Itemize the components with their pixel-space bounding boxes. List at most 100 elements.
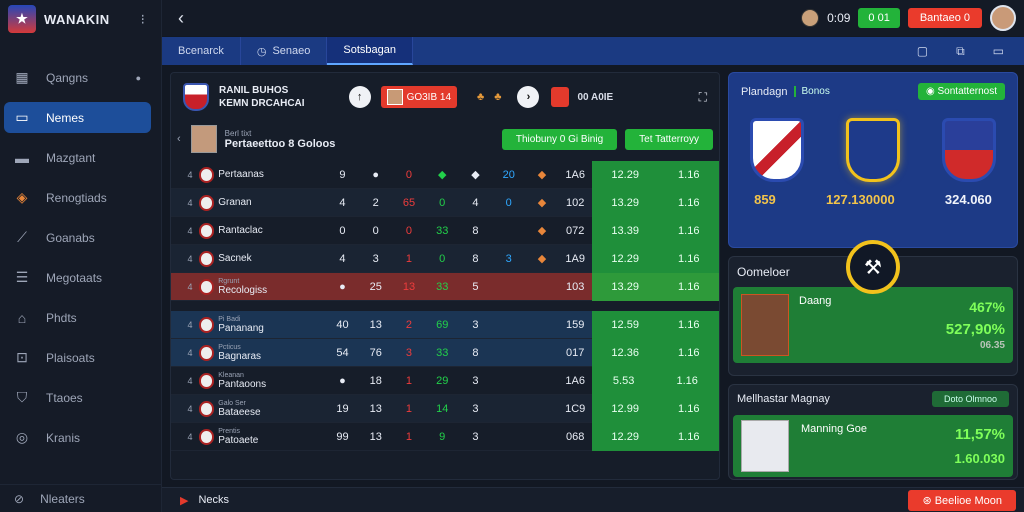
player-stat-1: 467%: [969, 299, 1005, 315]
sidebar-item-label: Goanabs: [46, 230, 95, 245]
club-badge-icon: [198, 194, 215, 211]
row-value-2: 1.16: [678, 168, 700, 181]
club-badge-icon: [198, 400, 215, 417]
table-row[interactable]: 4 Rantaclac 0 0 0 33 8 ◆ 072 13.39 1.16: [171, 216, 719, 245]
table-row[interactable]: 4 Kleanan Pantaoons ● 18 1 29 3 1A6 5.53 1.16: [171, 366, 719, 395]
row-name: Galo Ser Bataeese: [218, 400, 326, 418]
row-cell-c2: 76: [369, 346, 382, 359]
tab-label: Sotsbagan: [343, 44, 397, 56]
hammer-icon[interactable]: ⚒: [846, 240, 900, 294]
table-row[interactable]: 4 Pcticus Bagnaras 54 76 3 33 8 017 12.36 1.16: [171, 338, 719, 367]
row-cell-c3: 1: [405, 402, 413, 415]
export-icon[interactable]: ⧉: [956, 44, 965, 59]
score-chip[interactable]: GO3IB 14: [380, 86, 458, 108]
row-name: Rgrunt Recologiss: [218, 278, 326, 296]
sidebar-item-phdts[interactable]: ⌂ Phdts: [4, 302, 151, 333]
calendar-icon[interactable]: ▢: [917, 44, 928, 59]
sidebar-item-nemes[interactable]: ▭ Nemes: [4, 102, 151, 133]
dot-icon: ●: [135, 72, 141, 83]
tab-senaeo[interactable]: ◷ Senaeo: [241, 37, 328, 65]
table-row[interactable]: 4 Granan 4 2 65 0 4 0 ◆ 102 13.29 1.16: [171, 188, 719, 217]
green-button[interactable]: 0 01: [858, 8, 900, 28]
row-name: Granan: [218, 197, 326, 208]
row-name: Kleanan Pantaoons: [218, 372, 326, 390]
sidebar-footer[interactable]: ⊘ Nleaters: [0, 484, 162, 512]
row-cell-c2: 13: [369, 318, 382, 331]
row-cell-c2: 0: [372, 224, 379, 237]
match-header: RANIL BUHOS KEMN DRCAHCAI ↑ GO3IB 14 ♣ ♣…: [171, 73, 719, 121]
sidebar-item-label: Qangns: [46, 70, 89, 85]
row-cell-c3: 3: [405, 346, 413, 359]
bottom-label[interactable]: Necks: [198, 494, 229, 506]
sidebar-item-mazgtant[interactable]: ▬ Mazgtant: [4, 142, 151, 173]
crests-row: [729, 118, 1017, 182]
highlight-values: 11,57% 1.60.030: [954, 426, 1005, 466]
highlight-stat-1: 11,57%: [954, 426, 1005, 443]
row-cell-c5: 8: [472, 346, 479, 359]
club-badge-icon: [198, 250, 215, 267]
tab-label: Senaeo: [272, 45, 311, 57]
sidebar-footer-label: Nleaters: [40, 491, 85, 506]
row-value-cell: 13.29 1.16: [591, 188, 719, 217]
table-row[interactable]: 4 Sacnek 4 3 1 0 8 3 ◆ 1A9 12.29 1.16: [171, 244, 719, 273]
top-actions: 0:09 0 01 Bantaeo 0: [801, 5, 1016, 31]
row-cell-c4: 33: [436, 224, 449, 237]
highlight-chip[interactable]: Doto Olmnoo: [931, 391, 1009, 407]
flame-icon: ♣: [477, 91, 485, 103]
row-cell-c7: ◆: [537, 197, 547, 209]
table-row[interactable]: 4 Pi Badi Pananang 40 13 2 69 3 159 12.59 1.16: [171, 310, 719, 339]
player-card-body[interactable]: Daang 467% 527,90% 06.35: [733, 287, 1013, 363]
user-avatar[interactable]: [990, 5, 1016, 31]
row-cell-c8: 1A6: [565, 374, 585, 387]
row-rank: 4: [187, 375, 193, 386]
row-value-2: 1.16: [678, 430, 700, 443]
club-badge-icon: [198, 166, 215, 183]
row-value-1: 5.53: [612, 374, 635, 387]
table-row[interactable]: 4 Rgrunt Recologiss ● 25 13 33 5 103 13.29 1.16: [171, 272, 719, 301]
row-cell-c4: ◆: [437, 169, 447, 181]
mini-avatar[interactable]: [801, 9, 820, 27]
chevron-left-icon[interactable]: ‹: [177, 133, 181, 145]
player-card-values: 467% 527,90% 06.35: [946, 299, 1005, 351]
red-button[interactable]: Bantaeo 0: [907, 8, 982, 28]
btn-label: Sontatternost: [937, 86, 997, 97]
tab-sotsbagan[interactable]: Sotsbagan: [327, 37, 414, 65]
row-cell-c8: 1A9: [565, 252, 585, 265]
sidebar-item-ttaoes[interactable]: ⛉ Ttaoes: [4, 382, 151, 413]
row-rank: 4: [187, 281, 193, 292]
filter-button-2[interactable]: Tet Tatterroyy: [625, 128, 713, 150]
row-cell-c1: 99: [336, 430, 349, 443]
player-name: Pertaeettoo 8 Goloos: [224, 137, 336, 150]
table-row[interactable]: 4 Pertaanas 9 ● 0 ◆ ◆ 20 ◆ 1A6 12.29 1.16: [171, 160, 719, 189]
row-value-cell: 13.39 1.16: [591, 216, 719, 245]
sidebar-item-kranis[interactable]: ◎ Kranis: [4, 422, 151, 453]
sidebar-item-plaisoats[interactable]: ⊡ Plaisoats: [4, 342, 151, 373]
kebab-menu-icon[interactable]: ⁝: [141, 11, 145, 28]
back-arrow-icon[interactable]: ‹: [178, 8, 184, 29]
row-cell-c5: 3: [472, 430, 479, 443]
table-row[interactable]: 4 Prentis Patoaete 99 13 1 9 3 068 12.29 1.16: [171, 422, 719, 451]
row-name: Pi Badi Pananang: [218, 316, 326, 334]
next-button[interactable]: ›: [517, 86, 540, 108]
bottom-action-button[interactable]: ⊛ Beelioe Moon: [908, 489, 1016, 511]
club-badge-icon: [198, 428, 215, 445]
row-value-2: 1.16: [678, 318, 700, 331]
window-icon[interactable]: ▭: [993, 44, 1004, 59]
filter-button-1[interactable]: Thiobuny 0 Gi Binig: [501, 128, 618, 150]
row-cell-c6: 20: [502, 168, 515, 181]
tab-bcenarck[interactable]: Bcenarck: [162, 37, 241, 65]
standings-button[interactable]: ◉ Sontatternost: [918, 83, 1005, 100]
sidebar-item-label: Phdts: [46, 310, 77, 325]
sidebar-item-qangns[interactable]: ▦ Qangns ●: [4, 62, 151, 93]
sidebar-item-goanabs[interactable]: ⟋ Goanabs: [4, 222, 151, 253]
expand-icon[interactable]: ⛶: [699, 90, 707, 105]
sidebar-item-renogtiads[interactable]: ◈ Renogtiads: [4, 182, 151, 213]
sidebar-item-megotaats[interactable]: ☰ Megotaats: [4, 262, 151, 293]
row-value-cell: 12.29 1.16: [591, 422, 719, 451]
highlight-body[interactable]: Manning Goe 11,57% 1.60.030: [733, 415, 1013, 477]
btn-label: Gi Binig: [568, 133, 604, 145]
standings-tag[interactable]: Bonos: [793, 86, 830, 97]
table-row[interactable]: 4 Galo Ser Bataeese 19 13 1 14 3 1C9 12.99 1.16: [171, 394, 719, 423]
standings-title: Plandagn: [741, 85, 788, 98]
play-button[interactable]: ↑: [348, 86, 371, 108]
